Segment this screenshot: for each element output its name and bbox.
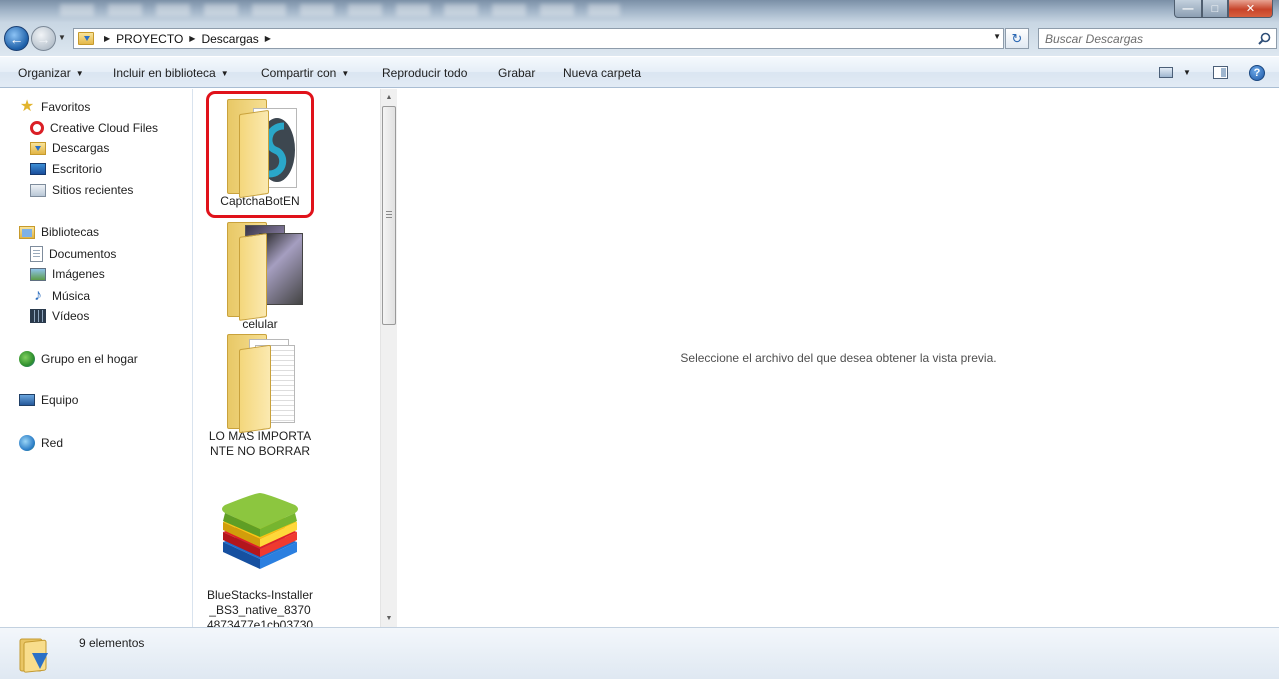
burn-button[interactable]: Grabar xyxy=(498,66,535,80)
nav-homegroup[interactable]: Grupo en el hogar xyxy=(19,351,138,367)
desktop-icon xyxy=(30,163,46,175)
maximize-button[interactable]: □ xyxy=(1202,0,1228,18)
share-label: Compartir con xyxy=(261,66,337,80)
downloads-folder-icon xyxy=(30,141,46,155)
preview-message: Seleccione el archivo del que desea obte… xyxy=(680,351,997,365)
recent-places-icon xyxy=(30,183,46,197)
include-library-menu[interactable]: Incluir en biblioteca ▼ xyxy=(113,66,229,80)
downloads-folder-icon xyxy=(19,638,48,673)
folder-icon xyxy=(215,94,305,199)
nav-item-sitios-recientes[interactable]: Sitios recientes xyxy=(30,183,133,197)
recent-pages-dropdown-icon[interactable]: ▼ xyxy=(58,33,66,42)
close-button[interactable]: ✕ xyxy=(1228,0,1273,18)
homegroup-icon xyxy=(19,351,35,367)
nav-item-label: Documentos xyxy=(49,247,117,261)
search-icon[interactable] xyxy=(1258,32,1271,45)
nav-favorites-label: Favoritos xyxy=(41,100,91,114)
chevron-down-icon: ▼ xyxy=(75,69,84,78)
organize-menu[interactable]: Organizar ▼ xyxy=(18,66,84,80)
command-bar: Organizar ▼ Incluir en biblioteca ▼ Compar… xyxy=(0,56,1279,88)
breadcrumb-chevron-icon[interactable]: ▶ xyxy=(104,34,110,43)
downloads-folder-icon xyxy=(78,32,94,45)
star-icon: ★ xyxy=(19,98,35,115)
navigation-pane: ★ Favoritos Creative Cloud Files Descarga… xyxy=(0,89,193,627)
address-bar[interactable]: ▶ PROYECTO ▶ Descargas ▶ ▼ xyxy=(73,28,1004,49)
include-library-label: Incluir en biblioteca xyxy=(113,66,216,80)
documents-icon xyxy=(30,246,43,262)
scrollbar-thumb[interactable] xyxy=(382,106,396,325)
nav-network[interactable]: Red xyxy=(19,435,63,451)
folder-icon xyxy=(215,217,305,321)
network-icon xyxy=(19,435,35,451)
item-count: 9 elementos xyxy=(79,636,145,650)
library-icon xyxy=(19,225,35,239)
nav-item-label: Creative Cloud Files xyxy=(50,120,159,135)
change-view-icon[interactable] xyxy=(1159,67,1173,78)
nav-item-documentos[interactable]: Documentos xyxy=(30,246,116,262)
file-item-captchaboten[interactable]: CaptchaBotEN xyxy=(206,94,314,209)
details-pane: 9 elementos xyxy=(0,627,1279,679)
breadcrumb-descargas[interactable]: Descargas xyxy=(201,32,258,46)
nav-homegroup-label: Grupo en el hogar xyxy=(41,352,138,366)
nav-libraries-label: Bibliotecas xyxy=(41,225,100,239)
video-film-icon xyxy=(30,309,46,323)
file-item-celular[interactable]: celular xyxy=(206,217,314,332)
file-name: BlueStacks-Installer_BS3_native_83704873… xyxy=(206,588,314,627)
nav-computer-label: Equipo xyxy=(41,393,79,407)
nav-item-label: Imágenes xyxy=(52,267,105,281)
music-note-icon: ♪ xyxy=(34,287,42,304)
nav-item-videos[interactable]: Vídeos xyxy=(30,309,89,323)
new-folder-button[interactable]: Nueva carpeta xyxy=(563,66,641,80)
creative-cloud-icon xyxy=(30,121,44,135)
vertical-scrollbar[interactable]: ▲ ▼ xyxy=(380,89,397,627)
file-name: LO MAS IMPORTANTE NO BORRAR xyxy=(208,429,312,458)
view-options-chevron-down-icon[interactable]: ▼ xyxy=(1183,68,1191,77)
nav-item-label: Escritorio xyxy=(52,162,103,176)
breadcrumb-chevron-icon[interactable]: ▶ xyxy=(265,34,271,43)
nav-item-label: Descargas xyxy=(52,141,110,155)
refresh-icon[interactable]: ↻ xyxy=(1005,28,1029,49)
preview-pane-toggle-icon[interactable] xyxy=(1213,66,1228,79)
breadcrumb-chevron-icon[interactable]: ▶ xyxy=(189,34,195,43)
back-arrow-icon[interactable]: ← xyxy=(4,26,29,51)
nav-item-creative-cloud[interactable]: Creative Cloud Files xyxy=(30,120,158,135)
address-dropdown-icon[interactable]: ▼ xyxy=(993,32,1001,41)
nav-item-label: Sitios recientes xyxy=(52,183,134,197)
file-list: CaptchaBotEN celular LO MAS IMPORTANTE N… xyxy=(194,89,380,627)
breadcrumb-proyecto[interactable]: PROYECTO xyxy=(116,32,183,46)
chevron-down-icon: ▼ xyxy=(220,69,229,78)
share-menu[interactable]: Compartir con ▼ xyxy=(261,66,349,80)
nav-item-label: Música xyxy=(52,289,91,303)
grip-icon xyxy=(386,211,392,218)
organize-label: Organizar xyxy=(18,66,71,80)
pictures-icon xyxy=(30,267,46,281)
preview-pane: Seleccione el archivo del que desea obte… xyxy=(398,89,1279,627)
search-box[interactable] xyxy=(1038,28,1277,49)
help-icon[interactable]: ? xyxy=(1249,65,1265,81)
minimize-button[interactable]: — xyxy=(1174,0,1202,18)
window-title-blurred xyxy=(60,4,620,16)
scroll-down-arrow-icon[interactable]: ▼ xyxy=(381,610,397,627)
scroll-up-arrow-icon[interactable]: ▲ xyxy=(381,89,397,106)
nav-computer[interactable]: Equipo xyxy=(19,393,78,407)
chevron-down-icon: ▼ xyxy=(341,69,350,78)
folder-icon xyxy=(215,329,305,434)
nav-favorites[interactable]: ★ Favoritos xyxy=(19,98,91,115)
file-item-lo-mas-importante[interactable]: LO MAS IMPORTANTE NO BORRAR xyxy=(206,329,314,459)
search-input[interactable] xyxy=(1045,31,1250,46)
play-all-button[interactable]: Reproducir todo xyxy=(382,66,467,80)
file-item-bluestacks-installer[interactable]: BlueStacks-Installer_BS3_native_83704873… xyxy=(206,484,314,627)
file-name: CaptchaBotEN xyxy=(220,194,300,208)
bluestacks-icon xyxy=(222,493,298,569)
nav-item-escritorio[interactable]: Escritorio xyxy=(30,162,102,176)
nav-libraries[interactable]: Bibliotecas xyxy=(19,225,99,239)
nav-item-label: Vídeos xyxy=(52,309,90,323)
forward-arrow-icon[interactable]: → xyxy=(31,26,56,51)
nav-item-descargas[interactable]: Descargas xyxy=(30,141,109,155)
window-title-bar: — □ ✕ ← → ▼ ▶ PROYECTO ▶ Descargas ▶ ▼ ↻ xyxy=(0,0,1279,56)
nav-network-label: Red xyxy=(41,436,64,450)
nav-item-musica[interactable]: ♪ Música xyxy=(30,288,90,304)
nav-item-imagenes[interactable]: Imágenes xyxy=(30,267,105,281)
computer-icon xyxy=(19,394,35,406)
